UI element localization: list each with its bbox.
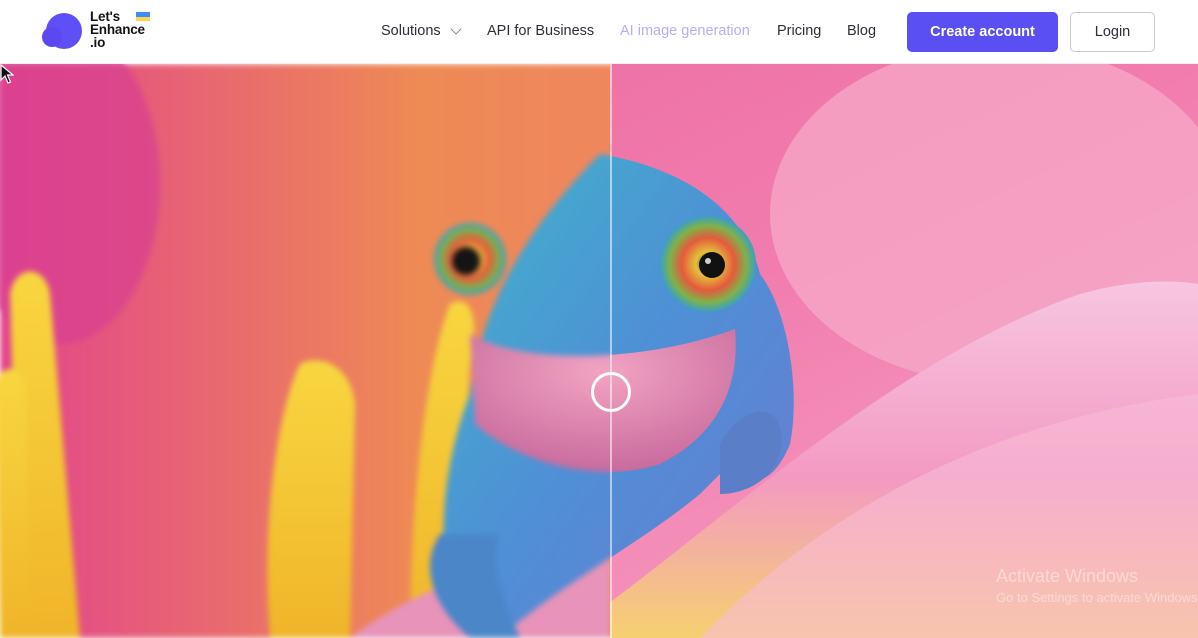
create-account-button[interactable]: Create account <box>907 12 1058 52</box>
watermark-subtitle: Go to Settings to activate Windows. <box>996 590 1198 605</box>
before-after-comparison[interactable]: Activate Windows Go to Settings to activ… <box>0 64 1198 638</box>
watermark-title: Activate Windows <box>996 566 1139 586</box>
nav-api-for-business[interactable]: API for Business <box>487 23 594 39</box>
chameleon-hero-image <box>0 64 1198 638</box>
nav-ai-image-generation[interactable]: AI image generation <box>620 23 750 39</box>
letsenhance-logo[interactable]: Let's Enhance .io <box>42 10 162 54</box>
comparison-slider-handle[interactable] <box>591 372 631 412</box>
comparison-divider[interactable] <box>610 64 612 638</box>
ukraine-flag-icon <box>136 12 150 21</box>
site-header: Let's Enhance .io Solutions API for Busi… <box>0 0 1198 64</box>
activate-windows-watermark: Activate Windows Go to Settings to activ… <box>996 566 1198 605</box>
login-button[interactable]: Login <box>1070 12 1155 52</box>
mouse-cursor-icon <box>0 64 14 84</box>
chevron-down-icon <box>449 22 462 35</box>
nav-solutions[interactable]: Solutions <box>381 22 462 39</box>
logo-mark-icon <box>42 13 84 53</box>
nav-blog[interactable]: Blog <box>847 23 876 39</box>
nav-pricing[interactable]: Pricing <box>777 23 821 39</box>
